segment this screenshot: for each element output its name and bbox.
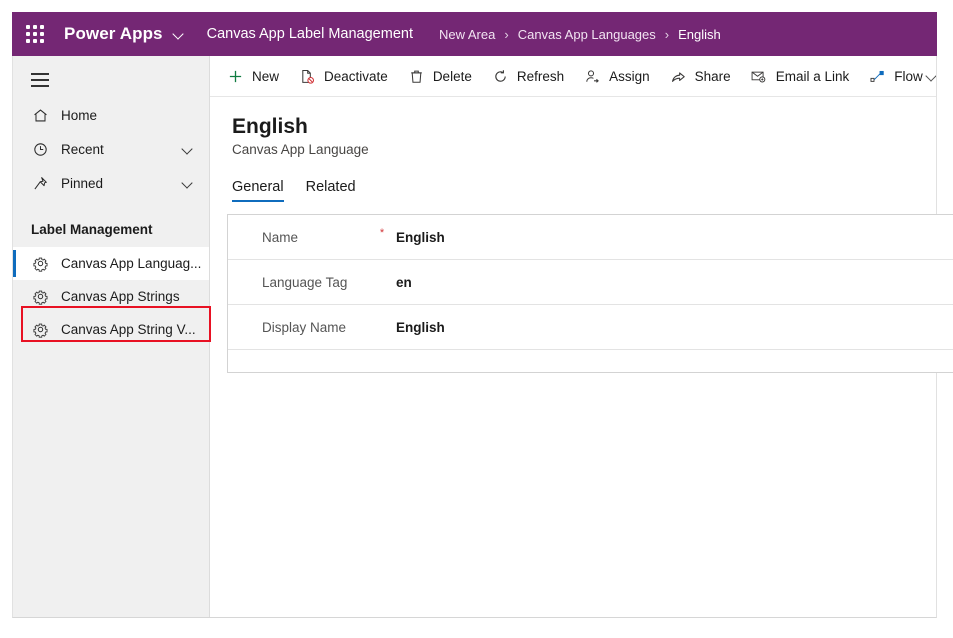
form-row: Name * English bbox=[228, 215, 953, 260]
form-empty-space bbox=[210, 373, 936, 617]
sidebar-item-label: Canvas App String V... bbox=[61, 322, 196, 337]
gear-icon bbox=[31, 288, 49, 306]
sidebar-item-label: Recent bbox=[61, 141, 104, 157]
app-bar: Power Apps Canvas App Label Management N… bbox=[12, 12, 937, 56]
flow-icon bbox=[869, 68, 886, 85]
record-header: English Canvas App Language bbox=[210, 97, 936, 157]
app-launcher-waffle-icon[interactable] bbox=[22, 21, 48, 47]
assign-button[interactable]: Assign bbox=[575, 61, 659, 91]
trash-icon bbox=[408, 68, 425, 85]
breadcrumb-item-canvas-app-languages[interactable]: Canvas App Languages bbox=[518, 27, 656, 42]
breadcrumb: New Area › Canvas App Languages › Englis… bbox=[439, 27, 721, 42]
breadcrumb-separator-icon: › bbox=[664, 26, 670, 42]
field-label-display-name: Display Name bbox=[262, 319, 347, 335]
chevron-down-icon[interactable] bbox=[181, 142, 195, 156]
clock-icon bbox=[31, 140, 49, 158]
chevron-down-icon[interactable] bbox=[173, 28, 185, 40]
breadcrumb-item-english[interactable]: English bbox=[678, 27, 721, 42]
chevron-down-icon[interactable] bbox=[181, 176, 195, 190]
command-label: Delete bbox=[432, 68, 472, 84]
home-icon bbox=[31, 106, 49, 124]
breadcrumb-separator-icon: › bbox=[504, 26, 509, 42]
field-value-language-tag[interactable]: en bbox=[396, 275, 412, 290]
record-entity-name: Canvas App Language bbox=[232, 142, 369, 157]
new-button[interactable]: New bbox=[218, 61, 288, 91]
sidebar-item-recent[interactable]: Recent bbox=[13, 132, 209, 166]
email-a-link-button[interactable]: Email a Link bbox=[742, 61, 859, 91]
sidebar-item-canvas-app-languages[interactable]: Canvas App Languag... bbox=[13, 247, 209, 280]
field-label-language-tag: Language Tag bbox=[262, 274, 348, 290]
sidebar-item-label: Pinned bbox=[61, 175, 104, 191]
gear-icon bbox=[31, 321, 49, 339]
command-label: Email a Link bbox=[775, 68, 850, 84]
form-row: Language Tag en bbox=[228, 260, 953, 305]
assign-person-icon bbox=[584, 68, 601, 85]
gear-icon bbox=[31, 255, 49, 273]
share-icon bbox=[670, 68, 687, 85]
form-row-spacer bbox=[228, 350, 953, 372]
field-value-name[interactable]: English bbox=[396, 230, 445, 245]
sitemap-sidebar: Home Recent Pinned Label Management Canv… bbox=[13, 56, 211, 617]
command-label: Assign bbox=[609, 68, 650, 84]
tab-related[interactable]: Related bbox=[306, 178, 356, 202]
command-label: Flow bbox=[894, 68, 923, 84]
sidebar-item-pinned[interactable]: Pinned bbox=[13, 166, 209, 200]
form-card: Name * English Language Tag en Display N… bbox=[227, 214, 953, 373]
command-label: New bbox=[252, 68, 280, 84]
command-label: Share bbox=[694, 68, 731, 84]
breadcrumb-item-new-area[interactable]: New Area bbox=[439, 27, 495, 42]
sidebar-item-label: Home bbox=[61, 107, 98, 123]
app-window: Power Apps Canvas App Label Management N… bbox=[12, 12, 953, 618]
sidebar-item-home[interactable]: Home bbox=[13, 98, 209, 132]
deactivate-icon bbox=[299, 68, 316, 85]
hamburger-menu-icon[interactable] bbox=[23, 62, 63, 98]
command-label: Refresh bbox=[516, 68, 565, 84]
main-content: New Deactivate Delete Refresh Assign Sha… bbox=[210, 56, 953, 617]
deactivate-button[interactable]: Deactivate bbox=[290, 61, 397, 91]
delete-button[interactable]: Delete bbox=[399, 61, 481, 91]
plus-icon bbox=[227, 68, 244, 85]
sidebar-item-label: Canvas App Languag... bbox=[61, 256, 202, 271]
refresh-icon bbox=[492, 68, 509, 85]
required-indicator-icon: * bbox=[379, 227, 385, 239]
tab-general[interactable]: General bbox=[232, 178, 284, 202]
sidebar-item-canvas-app-string-values[interactable]: Canvas App String V... bbox=[13, 313, 209, 346]
page-title: English bbox=[232, 115, 308, 138]
form-tabs: General Related bbox=[210, 172, 936, 202]
refresh-button[interactable]: Refresh bbox=[483, 61, 573, 91]
share-button[interactable]: Share bbox=[661, 61, 740, 91]
command-bar: New Deactivate Delete Refresh Assign Sha… bbox=[210, 56, 936, 97]
sidebar-item-canvas-app-strings[interactable]: Canvas App Strings bbox=[13, 280, 209, 313]
form-row: Display Name English bbox=[228, 305, 953, 350]
command-label: Deactivate bbox=[324, 68, 388, 84]
pin-icon bbox=[31, 174, 49, 192]
email-link-icon bbox=[751, 68, 768, 85]
field-label-name: Name bbox=[262, 229, 299, 245]
environment-name[interactable]: Canvas App Label Management bbox=[207, 26, 413, 42]
sidebar-item-label: Canvas App Strings bbox=[61, 289, 180, 304]
field-value-display-name[interactable]: English bbox=[396, 320, 445, 335]
brand-title[interactable]: Power Apps bbox=[64, 24, 163, 44]
sidebar-group-header: Label Management bbox=[31, 222, 153, 237]
chevron-down-icon[interactable] bbox=[926, 70, 936, 83]
body: Home Recent Pinned Label Management Canv… bbox=[12, 56, 953, 618]
flow-button[interactable]: Flow bbox=[860, 61, 936, 91]
